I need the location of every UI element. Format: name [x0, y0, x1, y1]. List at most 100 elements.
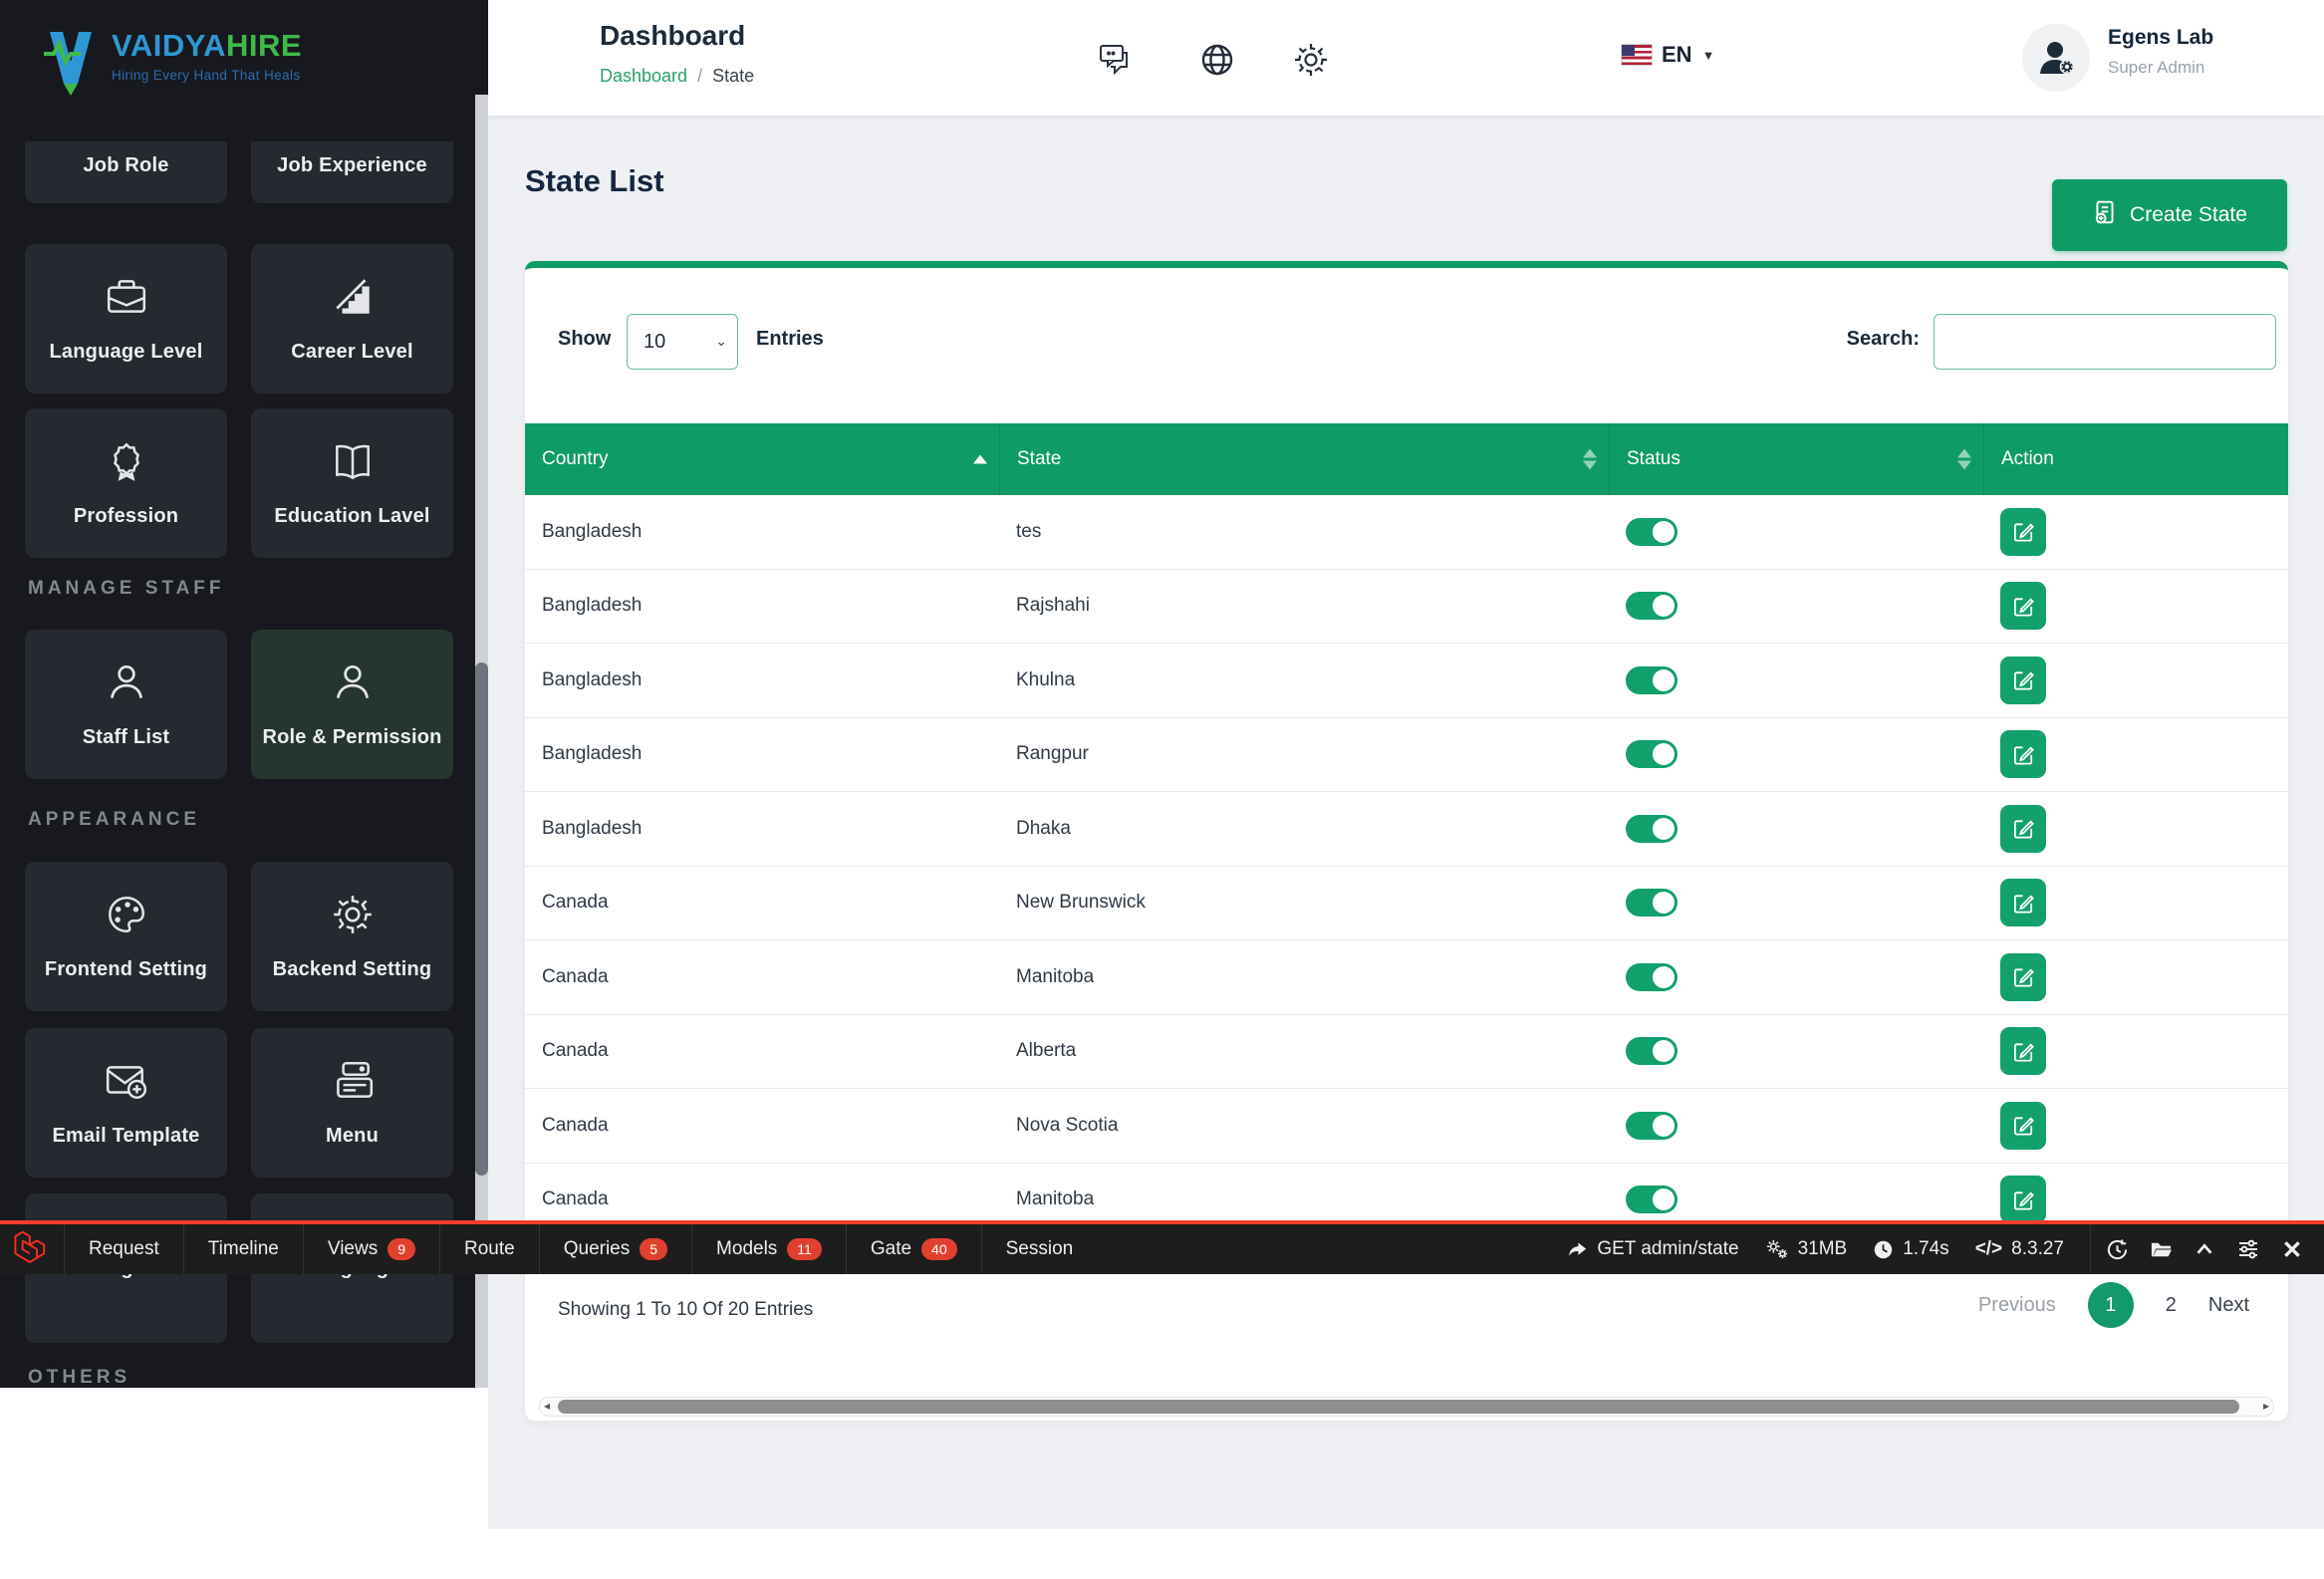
sidebar-item-staff-list[interactable]: Staff List — [25, 630, 227, 779]
debugbar-tab-queries[interactable]: Queries 5 — [538, 1224, 691, 1274]
cell-state: Dhaka — [1016, 817, 1071, 839]
status-toggle[interactable] — [1626, 740, 1678, 769]
pagination-page-2[interactable]: 2 — [2166, 1294, 2177, 1317]
cell-state: Nova Scotia — [1016, 1114, 1119, 1136]
folder-icon[interactable] — [2139, 1224, 2183, 1274]
briefcase-icon — [104, 274, 149, 325]
horizontal-scrollbar-track[interactable]: ◂ ▸ — [539, 1397, 2274, 1417]
debugbar-php-version-stat[interactable]: </> 8.3.27 — [1975, 1224, 2064, 1274]
language-selector[interactable]: EN ▼ — [1622, 42, 1714, 68]
column-header-country[interactable]: Country — [525, 423, 999, 495]
showing-entries-text: Showing 1 To 10 Of 20 Entries — [558, 1299, 814, 1320]
close-icon[interactable] — [2270, 1224, 2314, 1274]
vaidyahire-logo-icon — [42, 30, 100, 103]
debugbar-memory-stat[interactable]: 31MB — [1765, 1224, 1847, 1274]
sidebar-item-label: Backend Setting — [272, 958, 432, 980]
pagination-previous[interactable]: Previous — [1978, 1294, 2056, 1317]
sidebar-scrollbar-thumb[interactable] — [475, 662, 488, 1176]
sidebar-item-education-level[interactable]: Education Lavel — [251, 408, 453, 558]
breadcrumb-dashboard-link[interactable]: Dashboard — [600, 66, 687, 86]
debugbar-request-stat[interactable]: GET admin/state — [1567, 1224, 1739, 1274]
sidebar-item-backend-setting[interactable]: Backend Setting — [251, 862, 453, 1011]
scroll-left-arrow-icon[interactable]: ◂ — [544, 1399, 550, 1413]
status-toggle[interactable] — [1626, 517, 1678, 546]
status-toggle[interactable] — [1626, 665, 1678, 694]
edit-button[interactable] — [2000, 730, 2046, 779]
edit-button[interactable] — [2000, 656, 2046, 704]
search-input[interactable] — [1934, 314, 2276, 370]
page-size-select[interactable]: 10 — [628, 315, 737, 369]
views-count-badge: 9 — [387, 1238, 416, 1260]
edit-button[interactable] — [2000, 1027, 2046, 1076]
sidebar-item-email-template[interactable]: Email Template — [25, 1028, 227, 1178]
scroll-right-arrow-icon[interactable]: ▸ — [2263, 1399, 2269, 1413]
sidebar-scrollbar-track[interactable] — [475, 95, 488, 1388]
cell-country: Canada — [542, 965, 609, 987]
edit-button[interactable] — [2000, 1101, 2046, 1150]
status-toggle[interactable] — [1626, 1111, 1678, 1140]
topbar: Dashboard Dashboard / State EN ▼ Egens Lab… — [488, 0, 2324, 116]
column-header-status[interactable]: Status — [1609, 423, 1983, 495]
debugbar-tab-models[interactable]: Models 11 — [691, 1224, 846, 1274]
sidebar-item-role-permission[interactable]: Role & Permission — [251, 630, 453, 779]
globe-icon[interactable] — [1197, 40, 1237, 80]
edit-button[interactable] — [2000, 804, 2046, 853]
logo-block: VAIDYAHIRE Hiring Every Hand That Heals — [0, 0, 475, 141]
sidebar: Job Role Job Experience Language Level C… — [0, 0, 488, 1388]
edit-button[interactable] — [2000, 952, 2046, 1001]
debugbar-tab-gate[interactable]: Gate 40 — [845, 1224, 981, 1274]
debugbar-tab-views[interactable]: Views 9 — [302, 1224, 439, 1274]
avatar[interactable] — [2022, 24, 2090, 92]
chat-icon[interactable] — [1094, 40, 1134, 80]
pagination-next[interactable]: Next — [2208, 1294, 2249, 1317]
sort-asc-icon — [973, 454, 987, 464]
gear-icon — [330, 892, 376, 942]
chevron-up-icon[interactable] — [2183, 1224, 2226, 1274]
edit-button[interactable] — [2000, 879, 2046, 927]
gear-icon[interactable] — [1291, 40, 1331, 80]
table-row: Canada New Brunswick — [525, 866, 2288, 940]
us-flag-icon — [1622, 45, 1652, 65]
create-state-button[interactable]: Create State — [2052, 179, 2287, 251]
cell-country: Bangladesh — [542, 668, 643, 690]
history-icon[interactable] — [2095, 1224, 2139, 1274]
code-icon: </> — [1974, 1238, 2003, 1259]
horizontal-scrollbar-thumb[interactable] — [558, 1400, 2239, 1414]
cell-state: New Brunswick — [1016, 892, 1146, 914]
status-toggle[interactable] — [1626, 592, 1678, 621]
brand[interactable]: VAIDYAHIRE Hiring Every Hand That Heals — [112, 30, 302, 83]
pagination-page-1[interactable]: 1 — [2087, 1282, 2134, 1328]
cell-country: Bangladesh — [542, 743, 643, 765]
cell-state: Alberta — [1016, 1040, 1077, 1062]
sidebar-item-career-level[interactable]: Career Level — [251, 244, 453, 394]
user-name: Egens Lab — [2108, 26, 2214, 49]
debugbar-tab-timeline[interactable]: Timeline — [182, 1224, 303, 1274]
edit-button[interactable] — [2000, 1176, 2046, 1224]
status-toggle[interactable] — [1626, 962, 1678, 991]
debugbar-time-stat[interactable]: 1.74s — [1873, 1224, 1949, 1274]
debugbar-tab-request[interactable]: Request — [64, 1224, 183, 1274]
sidebar-item-language-level[interactable]: Language Level — [25, 244, 227, 394]
sliders-icon[interactable] — [2226, 1224, 2270, 1274]
status-toggle[interactable] — [1626, 889, 1678, 918]
page-title: Dashboard — [600, 20, 746, 51]
status-toggle[interactable] — [1626, 1037, 1678, 1066]
edit-button[interactable] — [2000, 582, 2046, 631]
debugbar-tab-route[interactable]: Route — [439, 1224, 539, 1274]
sidebar-item-label: Email Template — [52, 1125, 200, 1147]
table-row: Canada Nova Scotia — [525, 1089, 2288, 1164]
create-state-label: Create State — [2130, 203, 2247, 226]
sidebar-item-menu[interactable]: Menu — [251, 1028, 453, 1178]
debugbar-tab-session[interactable]: Session — [980, 1224, 1098, 1274]
status-toggle[interactable] — [1626, 814, 1678, 843]
edit-button[interactable] — [2000, 507, 2046, 556]
table-row: Bangladesh Khulna — [525, 644, 2288, 718]
person-icon — [104, 659, 149, 710]
person-icon — [330, 659, 376, 710]
column-header-state[interactable]: State — [999, 423, 1609, 495]
status-toggle[interactable] — [1626, 1185, 1678, 1214]
sidebar-item-frontend-setting[interactable]: Frontend Setting — [25, 862, 227, 1011]
sidebar-item-label: Career Level — [291, 341, 413, 363]
sidebar-item-profession[interactable]: Profession — [25, 408, 227, 558]
cell-country: Bangladesh — [542, 595, 643, 617]
